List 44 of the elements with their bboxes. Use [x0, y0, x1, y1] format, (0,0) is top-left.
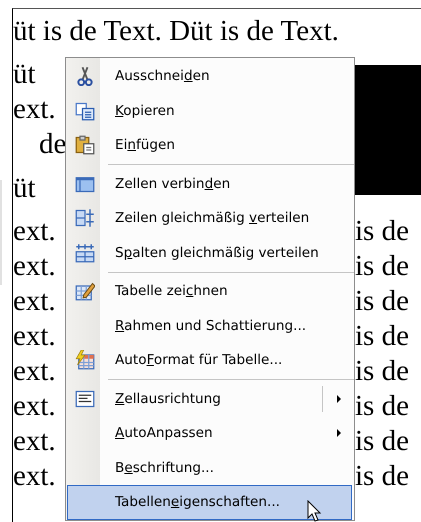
menu-item[interactable]: Spalten gleichmäßig verteilen — [67, 236, 352, 270]
document-text: ext. — [13, 355, 56, 387]
document-text: is de — [355, 320, 409, 352]
document-text: is de — [355, 425, 409, 457]
menu-item[interactable]: AutoFormat für Tabelle... — [67, 343, 352, 378]
menu-item[interactable]: AutoAnpassen — [67, 416, 352, 450]
document-text: is de — [355, 355, 409, 387]
document-text: is de — [355, 390, 409, 422]
menu-item[interactable]: Zeilen gleichmäßig verteilen — [67, 201, 352, 236]
copy-icon — [75, 100, 95, 121]
paste-icon — [75, 135, 95, 156]
document-text: ext. — [13, 460, 56, 492]
submenu-arrow-icon — [337, 394, 341, 403]
scissors-icon — [75, 66, 95, 86]
document-text: ext. — [13, 285, 56, 317]
document-text: ext. — [13, 215, 56, 247]
document-text: de — [39, 128, 66, 160]
document-text: is de — [355, 285, 409, 317]
distribute-rows-icon — [75, 208, 95, 228]
document-text: üt — [13, 58, 36, 90]
submenu-arrow-icon — [337, 429, 341, 438]
menu-item[interactable]: Zellausrichtung — [67, 382, 352, 416]
menu-item[interactable]: Beschriftung... — [67, 450, 352, 485]
autoformat-table-icon — [75, 350, 95, 370]
text-alignment-icon — [75, 388, 95, 409]
document-text: ext. — [13, 93, 56, 125]
menu-item[interactable]: Zellen verbinden — [67, 166, 352, 201]
document-text: ext. — [13, 425, 56, 457]
menu-item[interactable]: Rahmen und Schattierung... — [67, 308, 352, 343]
menu-item[interactable]: Ausschneiden — [67, 59, 352, 94]
menu-item[interactable]: Kopieren — [67, 94, 352, 128]
document-text: is de — [355, 215, 409, 247]
document-text: üt is de Text. Düt is de Text. — [13, 14, 340, 49]
document-text: ext. — [13, 390, 56, 422]
pencil-table-icon — [75, 281, 95, 302]
document-text: üt — [13, 172, 36, 204]
document-text: ext. — [13, 250, 56, 282]
menu-item[interactable]: Tabelle zeichnen — [67, 274, 352, 308]
menu-item[interactable]: Einfügen — [67, 128, 352, 162]
menu-item[interactable]: Tabelleneigenschaften... — [67, 485, 352, 520]
distribute-columns-icon — [75, 242, 95, 263]
document-text: is de — [355, 250, 409, 282]
document-text: ext. — [13, 320, 56, 352]
document-text: is de — [355, 460, 409, 492]
